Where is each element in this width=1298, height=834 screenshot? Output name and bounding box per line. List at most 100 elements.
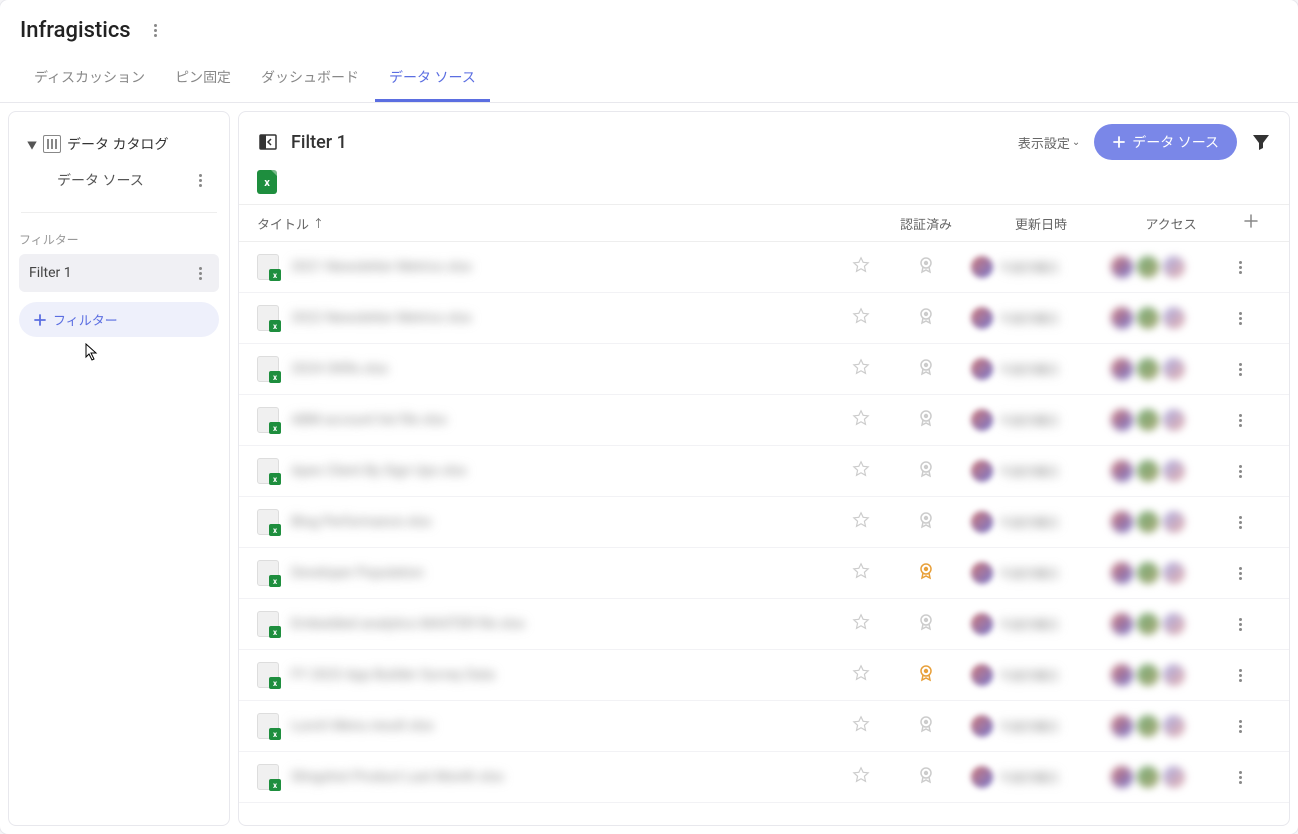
avatar xyxy=(971,715,993,737)
avatar xyxy=(1111,664,1133,686)
avatar xyxy=(971,256,993,278)
row-more-icon[interactable] xyxy=(1231,615,1249,633)
sidebar-item-datasource[interactable]: データ ソース xyxy=(21,160,217,200)
avatar xyxy=(1163,562,1185,584)
avatar xyxy=(1163,409,1185,431)
avatar xyxy=(971,664,993,686)
column-access[interactable]: アクセス xyxy=(1111,214,1231,233)
favorite-icon[interactable] xyxy=(852,256,870,274)
catalog-label: データ カタログ xyxy=(67,134,168,154)
file-excel-icon xyxy=(257,305,279,331)
file-excel-icon xyxy=(257,764,279,790)
avatar xyxy=(1137,766,1159,788)
file-title: Apex Client By Sign Ups xlsx xyxy=(291,463,467,479)
header-more-icon[interactable] xyxy=(147,22,165,40)
add-datasource-button[interactable]: データ ソース xyxy=(1094,124,1237,160)
row-more-icon[interactable] xyxy=(1231,462,1249,480)
table-row[interactable]: Lunch Menu result xlsx 今週月曜日 xyxy=(239,701,1289,752)
favorite-icon[interactable] xyxy=(852,460,870,478)
row-more-icon[interactable] xyxy=(1231,513,1249,531)
table-row[interactable]: Slingshot Product Last Month xlsx 今週月曜日 xyxy=(239,752,1289,803)
favorite-icon[interactable] xyxy=(852,766,870,784)
updated-date: 今週月曜日 xyxy=(999,616,1059,633)
certified-badge-icon xyxy=(916,306,936,326)
filter-item-more-icon[interactable] xyxy=(191,264,209,282)
catalog-header[interactable]: ▼ データ カタログ xyxy=(21,128,217,160)
favorite-icon[interactable] xyxy=(852,307,870,325)
avatar xyxy=(1137,511,1159,533)
avatar xyxy=(1137,409,1159,431)
avatar xyxy=(971,358,993,380)
table-row[interactable]: Developer Population 今週月曜日 xyxy=(239,548,1289,599)
sort-asc-icon: ↑ xyxy=(313,215,324,231)
file-excel-icon xyxy=(257,407,279,433)
file-title: Developer Population xyxy=(291,565,424,581)
access-avatars xyxy=(1111,715,1231,737)
row-more-icon[interactable] xyxy=(1231,717,1249,735)
tab-dashboard[interactable]: ダッシュボード xyxy=(247,59,373,102)
favorite-icon[interactable] xyxy=(852,562,870,580)
avatar xyxy=(1137,664,1159,686)
file-excel-icon xyxy=(257,713,279,739)
nav-tabs: ディスカッション ピン固定 ダッシュボード データ ソース xyxy=(20,59,1278,102)
access-avatars xyxy=(1111,664,1231,686)
column-title[interactable]: タイトル ↑ xyxy=(257,214,841,233)
updated-date: 今週月曜日 xyxy=(999,718,1059,735)
row-more-icon[interactable] xyxy=(1231,309,1249,327)
column-updated[interactable]: 更新日時 xyxy=(971,214,1111,233)
updated-date: 今週月曜日 xyxy=(999,310,1059,327)
updated-date: 今週月曜日 xyxy=(999,463,1059,480)
favorite-icon[interactable] xyxy=(852,664,870,682)
table-row[interactable]: Apex Client By Sign Ups xlsx 今週月曜日 xyxy=(239,446,1289,497)
access-avatars xyxy=(1111,562,1231,584)
favorite-icon[interactable] xyxy=(852,715,870,733)
table-row[interactable]: ABM account list file xlsx 今週月曜日 xyxy=(239,395,1289,446)
table-row[interactable]: 2021 Newsletter Metrics xlsx 今週月曜日 xyxy=(239,242,1289,293)
certified-badge-icon xyxy=(916,612,936,632)
display-settings-dropdown[interactable]: 表示設定 ⌄ xyxy=(1018,133,1080,152)
avatar xyxy=(1137,256,1159,278)
avatar xyxy=(1111,409,1133,431)
page-title: Filter 1 xyxy=(291,132,347,153)
file-title: FY 2023 App Builder Survey Data xyxy=(291,667,495,683)
cursor-icon xyxy=(85,343,99,361)
table-row[interactable]: Embedded analytics MASTER file xlsx 今週月曜… xyxy=(239,599,1289,650)
access-avatars xyxy=(1111,256,1231,278)
add-filter-button[interactable]: フィルター xyxy=(19,302,219,337)
column-certified[interactable]: 認証済み xyxy=(881,214,971,233)
row-more-icon[interactable] xyxy=(1231,768,1249,786)
tab-datasource[interactable]: データ ソース xyxy=(375,59,490,102)
tab-pinned[interactable]: ピン固定 xyxy=(161,59,245,102)
file-title: Slingshot Product Last Month xlsx xyxy=(291,769,504,785)
row-more-icon[interactable] xyxy=(1231,666,1249,684)
avatar xyxy=(1163,358,1185,380)
row-more-icon[interactable] xyxy=(1231,360,1249,378)
favorite-icon[interactable] xyxy=(852,358,870,376)
table-row[interactable]: Blog Performance xlsx 今週月曜日 xyxy=(239,497,1289,548)
table-row[interactable]: 2024 OKRs xlsx 今週月曜日 xyxy=(239,344,1289,395)
filter-item[interactable]: Filter 1 xyxy=(19,254,219,292)
sidebar-item-more-icon[interactable] xyxy=(191,171,209,189)
catalog-icon xyxy=(43,135,61,153)
favorite-icon[interactable] xyxy=(852,511,870,529)
avatar xyxy=(1111,256,1133,278)
table-row[interactable]: 2022 Newsletter Metrics xlsx 今週月曜日 xyxy=(239,293,1289,344)
file-title: ABM account list file xlsx xyxy=(291,412,447,428)
access-avatars xyxy=(1111,511,1231,533)
tab-discussion[interactable]: ディスカッション xyxy=(20,59,159,102)
file-title: 2024 OKRs xlsx xyxy=(291,361,388,377)
avatar xyxy=(1111,511,1133,533)
row-more-icon[interactable] xyxy=(1231,258,1249,276)
favorite-icon[interactable] xyxy=(852,409,870,427)
collapse-sidebar-icon[interactable] xyxy=(257,131,279,153)
row-more-icon[interactable] xyxy=(1231,564,1249,582)
table-row[interactable]: FY 2023 App Builder Survey Data 今週月曜日 xyxy=(239,650,1289,701)
favorite-icon[interactable] xyxy=(852,613,870,631)
row-more-icon[interactable] xyxy=(1231,411,1249,429)
avatar xyxy=(1163,613,1185,635)
add-column-icon[interactable] xyxy=(1243,213,1259,229)
certified-badge-icon xyxy=(916,408,936,428)
filter-icon[interactable] xyxy=(1251,132,1271,152)
avatar xyxy=(1137,460,1159,482)
avatar xyxy=(1137,307,1159,329)
